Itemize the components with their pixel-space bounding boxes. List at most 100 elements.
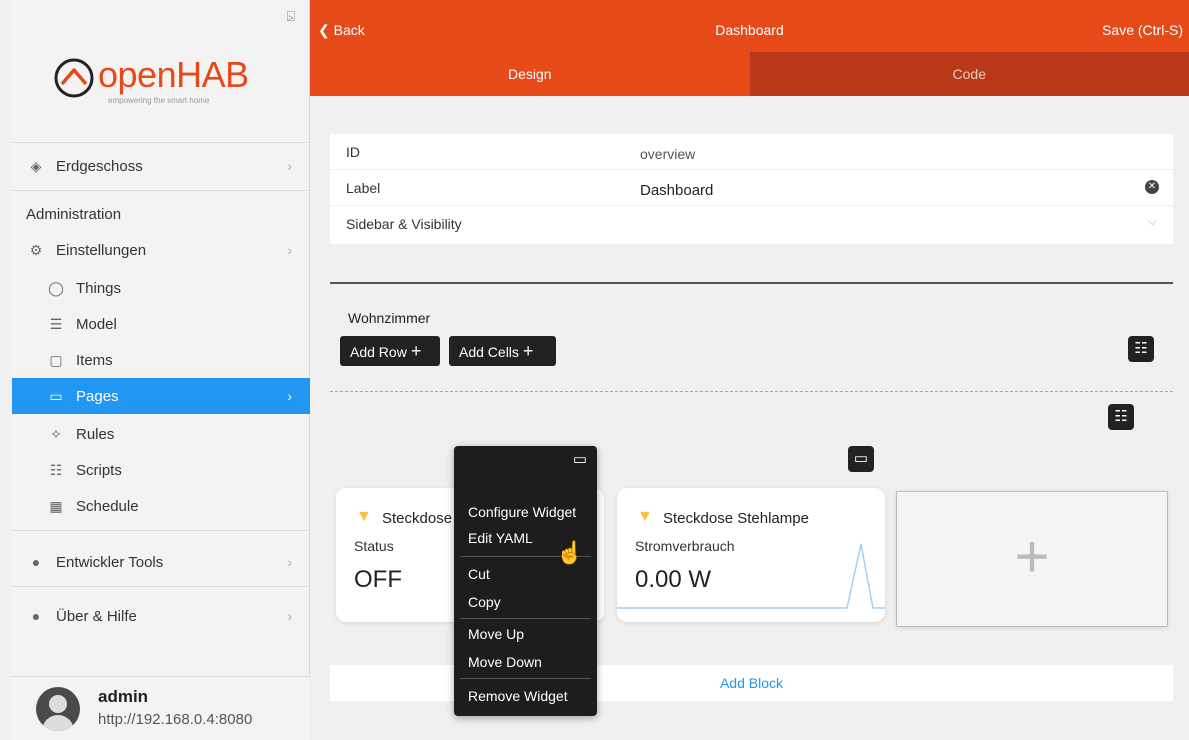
add-cells-button[interactable]: Add Cells + [449,336,556,366]
list-tree-icon: ☰ [49,315,63,332]
plus-icon: + [410,341,422,361]
sidebar-item-rules[interactable]: ✧ Rules [12,416,310,452]
help-icon: ● [31,608,41,624]
tab-code[interactable]: Code [749,52,1189,96]
monitor-icon: ▭ [49,387,63,404]
user-panel[interactable]: admin http://192.168.0.4:8080 [12,676,310,740]
save-button[interactable]: Save (Ctrl-S) [1102,22,1183,38]
chevron-right-icon: › [287,388,292,404]
sidebar-item-label: Things [76,279,122,297]
menu-divider [460,678,591,679]
add-row-button[interactable]: Add Row + [340,336,440,366]
card-label: Stromverbrauch [635,538,735,554]
shield-icon: ● [31,554,41,570]
bulb-outline-icon: ◯ [48,279,64,296]
hand-cursor-icon: ☝ [556,540,584,565]
sidebar-item-schedule[interactable]: ▦ Schedule [12,488,310,524]
menu-item-remove-widget[interactable]: Remove Widget [468,688,568,704]
property-row-visibility[interactable]: Sidebar & Visibility ⌵ [330,206,1173,242]
sidebar-item-label: Model [76,315,117,333]
card-value: 0.00 W [635,566,712,593]
sidebar-item-label: Scripts [76,461,122,479]
sidebar-item-erdgeschoss[interactable]: ◈ Erdgeschoss › [12,148,310,184]
sidebar-item-label: Erdgeschoss [56,157,143,175]
clear-icon[interactable]: ✕ [1145,180,1159,194]
sidebar-item-items[interactable]: ▢ Items [12,342,310,378]
sidebar-item-model[interactable]: ☰ Model [12,306,310,342]
section-title-administration: Administration [26,206,122,223]
divider [12,530,310,531]
chevron-right-icon: › [287,608,292,624]
menu-item-cut[interactable]: Cut [468,566,490,582]
sidebar-item-label: Über & Hilfe [56,607,137,625]
chevron-right-icon: › [287,554,292,570]
sidebar-item-pages[interactable]: ▭ Pages › [12,378,310,414]
menu-item-move-up[interactable]: Move Up [468,626,524,642]
user-name: admin [98,687,149,706]
menu-item-edit-yaml[interactable]: Edit YAML [468,530,533,546]
tab-design[interactable]: Design [310,52,750,96]
block-title: Wohnzimmer [348,310,431,326]
add-widget-placeholder[interactable]: + [896,491,1168,627]
divider [12,586,310,587]
row-divider [330,391,1173,392]
button-label: Add Cells [459,344,519,360]
divider [12,190,310,191]
server-url: http://192.168.0.4:8080 [98,711,253,728]
chevron-right-icon: › [287,242,292,258]
sidebar-item-label: Rules [76,425,115,443]
block-settings-icon[interactable]: ☷ [1128,336,1154,362]
openhab-logo-icon [54,58,94,98]
logo[interactable]: openHAB empowering the smart home [52,50,282,110]
pin-icon[interactable]: ⍄ [287,8,295,25]
chevron-down-icon: ⌵ [1147,214,1157,228]
sidebar-item-label: Entwickler Tools [56,553,164,571]
property-key: Sidebar & Visibility [346,216,462,232]
logo-subtitle: empowering the smart home [108,96,210,105]
card-value: OFF [354,566,402,593]
sidebar-item-label: Schedule [76,497,139,515]
document-icon: ☷ [49,461,63,478]
id-input[interactable]: overview [640,146,695,162]
editor-tabs: Design Code [310,52,1189,96]
label-input[interactable]: Dashboard [640,182,713,199]
cell-settings-icon[interactable]: ▭ [848,446,874,472]
page-title: Dashboard [715,22,784,38]
divider [12,142,310,143]
gear-icon: ⚙ [29,241,43,258]
property-key: Label [346,180,381,196]
menu-item-configure-widget[interactable]: Configure Widget [468,504,576,520]
menu-item-copy[interactable]: Copy [468,594,501,610]
sidebar-item-label: Einstellungen [56,241,147,259]
sparkle-icon: ✧ [50,425,62,442]
menu-divider [460,618,591,619]
items-icon: ▢ [49,351,63,368]
bulb-icon: ▼ [637,508,653,525]
sidebar-item-scripts[interactable]: ☷ Scripts [12,452,310,488]
sidebar: ⍄ openHAB empowering the smart home ◈ Er… [12,0,310,740]
sidebar-item-entwickler-tools[interactable]: ● Entwickler Tools › [12,544,310,580]
plus-icon: + [522,341,534,361]
card-title: Steckdose Stehlampe [663,510,809,527]
sidebar-item-label: Pages [76,387,119,405]
widget-context-menu: Configure Widget Edit YAML Cut Copy Move… [454,446,597,716]
sidebar-item-einstellungen[interactable]: ⚙ Einstellungen › [12,232,310,268]
logo-text: openHAB [98,54,249,95]
sidebar-item-things[interactable]: ◯ Things [12,270,310,306]
layers-icon: ◈ [30,157,42,174]
widget-card[interactable]: ▼ Steckdose Stehlampe Stromverbrauch 0.0… [617,488,885,622]
menu-item-move-down[interactable]: Move Down [468,654,542,670]
grid-icon[interactable]: ☷ [1108,404,1134,430]
property-row-id: ID overview [330,134,1173,170]
property-row-label: Label Dashboard ✕ [330,170,1173,206]
sidebar-item-ueber-hilfe[interactable]: ● Über & Hilfe › [12,598,310,634]
top-bar: ❮ Back Dashboard Save (Ctrl-S) [310,0,1189,52]
button-label: Add Row [350,344,407,360]
avatar [36,687,80,731]
card-label: Status [354,538,394,554]
calendar-icon: ▦ [49,497,63,514]
divider [330,282,1173,284]
cell-settings-icon[interactable]: ▭ [567,447,593,473]
card-title: Steckdose [382,510,453,527]
property-key: ID [346,144,360,160]
